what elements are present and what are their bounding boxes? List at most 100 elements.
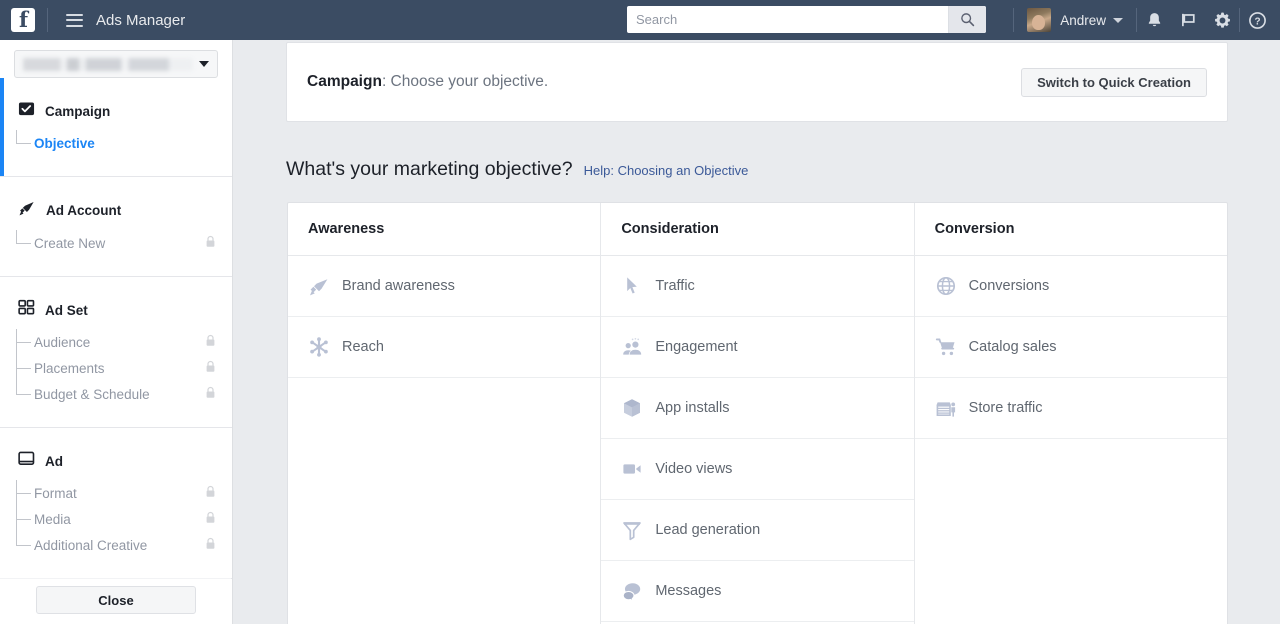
sidebar-subitems: Format Media Additional Creative — [0, 480, 232, 558]
sidebar-item-audience[interactable]: Audience — [16, 329, 232, 355]
objective-label: Brand awareness — [342, 278, 455, 294]
objective-column-awareness: Awareness Brand awareness Reach — [288, 203, 601, 624]
objective-catalog-sales[interactable]: Catalog sales — [914, 317, 1227, 378]
campaign-header-card: Campaign: Choose your objective. Switch … — [286, 42, 1228, 122]
megaphone-icon — [308, 275, 334, 297]
objective-label: App installs — [655, 400, 730, 416]
objective-label: Engagement — [655, 339, 738, 355]
sidebar-item-label: Additional Creative — [34, 537, 148, 553]
switch-to-quick-creation-button[interactable]: Switch to Quick Creation — [1021, 67, 1207, 97]
campaign-header-text: Campaign: Choose your objective. — [307, 73, 548, 91]
lock-icon — [205, 537, 216, 553]
lock-icon — [205, 511, 216, 527]
funnel-icon — [621, 519, 647, 541]
objective-label: Traffic — [655, 278, 695, 294]
chevron-down-icon — [199, 61, 209, 67]
storefront-icon — [935, 397, 961, 419]
checkbox-checked-icon — [18, 100, 35, 122]
hamburger-menu-icon[interactable] — [66, 13, 83, 27]
sidebar-item-label: Budget & Schedule — [34, 386, 150, 402]
help-choosing-objective-link[interactable]: Help: Choosing an Objective — [584, 163, 749, 178]
search-glyph — [961, 13, 975, 27]
objective-label: Lead generation — [655, 522, 761, 538]
column-header: Conversion — [914, 203, 1227, 256]
sidebar-item-create-new[interactable]: Create New — [16, 230, 232, 256]
objective-conversions[interactable]: Conversions — [914, 256, 1227, 317]
grid-squares-icon — [18, 299, 35, 321]
sidebar-item-format[interactable]: Format — [16, 480, 232, 506]
objective-column-consideration: Consideration Traffic Engagement App ins… — [600, 203, 914, 624]
column-header: Consideration — [601, 203, 914, 256]
objective-reach[interactable]: Reach — [288, 317, 601, 378]
objective-label: Store traffic — [968, 400, 1043, 416]
svg-text:?: ? — [1254, 16, 1260, 27]
sidebar-item-label: Media — [34, 511, 71, 527]
cube-box-icon — [621, 397, 647, 419]
bell-glyph — [1148, 13, 1160, 27]
sidebar-section-ad-account[interactable]: Ad Account Create New — [0, 177, 232, 277]
close-button[interactable]: Close — [36, 586, 196, 614]
shopping-cart-icon — [935, 336, 961, 358]
chevron-down-icon — [1113, 17, 1123, 23]
video-camera-icon — [621, 458, 647, 480]
objective-store-traffic[interactable]: Store traffic — [914, 378, 1227, 439]
objective-engagement[interactable]: Engagement — [601, 317, 914, 378]
sidebar-subitems: Audience Placements Budget & Schedule — [0, 329, 232, 407]
speech-bubbles-icon — [621, 580, 647, 602]
sidebar-item-additional-creative[interactable]: Additional Creative — [16, 519, 232, 558]
sidebar-section-campaign[interactable]: Campaign Objective — [0, 78, 232, 177]
sidebar-item-objective[interactable]: Objective — [16, 130, 232, 156]
lock-icon — [205, 360, 216, 376]
objectives-table: Awareness Brand awareness Reach Consider… — [287, 202, 1228, 624]
objective-label: Video views — [655, 461, 733, 477]
objective-messages[interactable]: Messages — [601, 561, 914, 622]
sidebar-subitems: Create New — [0, 230, 232, 256]
app-title: Ads Manager — [96, 11, 186, 29]
lock-icon — [205, 485, 216, 501]
account-selector[interactable] — [14, 50, 218, 78]
sidebar-item-media[interactable]: Media — [16, 493, 232, 532]
sidebar-item-label: Create New — [34, 235, 106, 251]
sidebar-section-label: Ad Set — [45, 302, 88, 318]
sidebar-item-placements[interactable]: Placements — [16, 342, 232, 381]
avatar — [1027, 8, 1052, 32]
objective-label: Reach — [342, 339, 384, 355]
settings-gear-icon[interactable] — [1205, 0, 1239, 40]
search-box[interactable] — [627, 6, 986, 33]
gear-glyph — [1214, 12, 1230, 28]
sidebar-section-label: Ad Account — [46, 203, 122, 218]
notifications-bell-icon[interactable] — [1137, 0, 1171, 40]
objective-brand-awareness[interactable]: Brand awareness — [288, 256, 601, 317]
objective-traffic[interactable]: Traffic — [601, 256, 914, 317]
globe-icon — [935, 275, 961, 297]
sidebar-subitems: Objective — [0, 130, 232, 156]
reach-starburst-icon — [308, 336, 334, 358]
divider — [47, 8, 48, 32]
user-name: Andrew — [1060, 12, 1106, 28]
facebook-logo[interactable] — [11, 7, 35, 33]
objective-video-views[interactable]: Video views — [601, 439, 914, 500]
sidebar-section-header: Ad — [0, 450, 232, 472]
sidebar-item-label: Objective — [34, 135, 95, 151]
search-input[interactable] — [627, 7, 948, 32]
campaign-subtext: : Choose your objective. — [381, 73, 549, 90]
sidebar-section-header: Ad Account — [0, 199, 232, 222]
sidebar: Campaign Objective Ad Account Create New — [0, 40, 233, 624]
objective-app-installs[interactable]: App installs — [601, 378, 914, 439]
page-title: What's your marketing objective? — [286, 158, 573, 180]
people-icon — [621, 336, 647, 358]
sidebar-section-ad[interactable]: Ad Format Media Additional Creative — [0, 428, 232, 579]
flag-icon[interactable] — [1171, 0, 1205, 40]
sidebar-section-header: Campaign — [0, 100, 232, 122]
lock-icon — [205, 334, 216, 350]
flag-glyph — [1182, 13, 1195, 27]
sidebar-item-budget-schedule[interactable]: Budget & Schedule — [16, 368, 232, 407]
help-icon[interactable]: ? — [1240, 0, 1274, 40]
user-menu[interactable]: Andrew — [1014, 8, 1136, 32]
top-navigation-bar: Ads Manager Andrew — [0, 0, 1280, 40]
search-icon[interactable] — [948, 6, 986, 33]
main-content: Campaign: Choose your objective. Switch … — [233, 40, 1280, 624]
sidebar-section-ad-set[interactable]: Ad Set Audience Placements Budget & Sche… — [0, 277, 232, 428]
objective-lead-generation[interactable]: Lead generation — [601, 500, 914, 561]
objective-label: Catalog sales — [968, 339, 1057, 355]
